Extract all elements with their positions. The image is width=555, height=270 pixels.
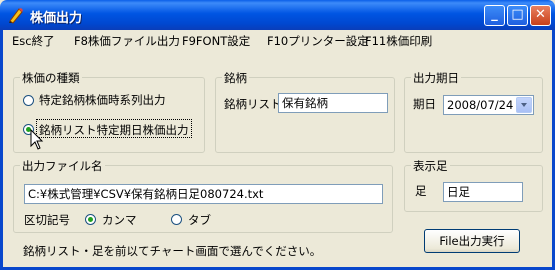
radio-timeseries[interactable] — [23, 95, 34, 106]
radio-tab-label[interactable]: タブ — [188, 212, 211, 228]
delimiter-label: 区切記号 — [24, 213, 70, 227]
radio-list-date-label[interactable]: 銘柄リスト特定期日株価出力 — [39, 122, 189, 138]
brand-list-field[interactable]: 保有銘柄 — [278, 93, 388, 113]
main-window: 株価出力 _ □ ✕ Esc終了 F8株価ファイル出力 F9FONT設定 F10… — [0, 0, 555, 270]
radio-comma-label[interactable]: カンマ — [102, 212, 137, 228]
radio-tab[interactable] — [171, 214, 182, 225]
brand-list-label: 銘柄リスト — [224, 97, 282, 111]
hint-text: 銘柄リスト・足を前以てチャート画面で選んでください。 — [23, 244, 322, 258]
stock-type-group-title: 株価の種類 — [20, 70, 82, 86]
radio-timeseries-label[interactable]: 特定銘柄株価時系列出力 — [39, 92, 166, 108]
chevron-down-icon[interactable] — [516, 97, 532, 113]
date-label: 期日 — [413, 97, 436, 111]
display-bar-label: 足 — [415, 184, 427, 198]
minimize-button[interactable]: _ — [484, 5, 505, 26]
mouse-cursor-icon — [30, 129, 44, 150]
menu-item-font-settings[interactable]: F9FONT設定 — [182, 33, 250, 49]
maximize-icon: □ — [511, 7, 524, 22]
output-date-group: 出力期日 期日 2008/07/24 — [404, 70, 543, 153]
file-output-execute-label: File出力実行 — [439, 234, 505, 248]
brand-group: 銘柄 銘柄リスト 保有銘柄 — [215, 70, 395, 153]
date-select[interactable]: 2008/07/24 — [443, 95, 534, 115]
window-title: 株価出力 — [30, 11, 83, 26]
date-select-value: 2008/07/24 — [447, 98, 514, 112]
window-frame-left — [0, 30, 3, 270]
display-bar-group-title: 表示足 — [411, 158, 450, 174]
output-date-group-title: 出力期日 — [411, 70, 461, 86]
app-pencil-icon — [9, 8, 23, 24]
menu-item-print-stock[interactable]: F11株価印刷 — [365, 33, 432, 49]
display-bar-group: 表示足 足 日足 — [404, 158, 543, 212]
close-button[interactable]: ✕ — [530, 5, 551, 26]
menu-item-file-output[interactable]: F8株価ファイル出力 — [74, 33, 180, 49]
minimize-icon: _ — [491, 7, 498, 22]
menu-item-exit[interactable]: Esc終了 — [12, 33, 55, 49]
output-file-group-title: 出力ファイル名 — [20, 158, 105, 174]
close-icon: ✕ — [535, 7, 546, 22]
brand-group-title: 銘柄 — [222, 70, 249, 86]
display-bar-field[interactable]: 日足 — [443, 182, 523, 202]
menu-item-printer-settings[interactable]: F10プリンター設定 — [267, 33, 369, 49]
file-output-execute-button[interactable]: File出力実行 — [424, 229, 520, 253]
title-bar[interactable]: 株価出力 _ □ ✕ — [0, 0, 555, 30]
radio-comma[interactable] — [85, 214, 96, 225]
menu-bar: Esc終了 F8株価ファイル出力 F9FONT設定 F10プリンター設定 F11… — [3, 30, 552, 50]
maximize-button[interactable]: □ — [507, 5, 528, 26]
output-file-group: 出力ファイル名 C:¥株式管理¥CSV¥保有銘柄日足080724.txt 区切記… — [13, 158, 393, 233]
output-path-field[interactable]: C:¥株式管理¥CSV¥保有銘柄日足080724.txt — [24, 184, 383, 204]
